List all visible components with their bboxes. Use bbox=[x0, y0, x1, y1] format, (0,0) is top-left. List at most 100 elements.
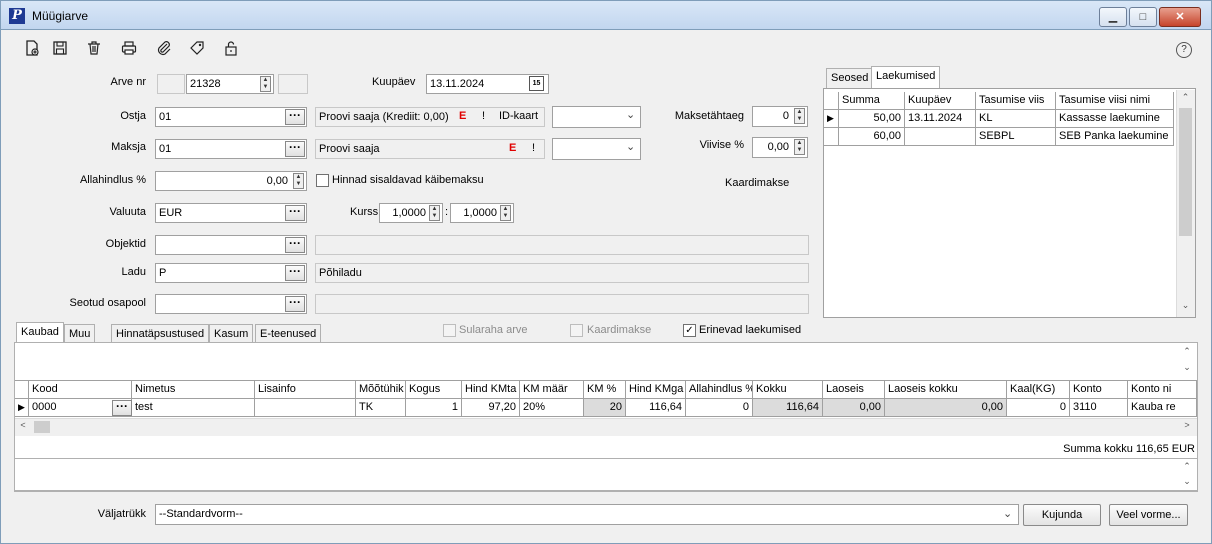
help-icon[interactable]: ? bbox=[1176, 42, 1192, 58]
veel-vorme-button[interactable]: Veel vorme... bbox=[1109, 504, 1188, 526]
items-col-hind-kmga[interactable]: Hind KMga bbox=[626, 381, 686, 399]
objektid-lookup-button[interactable]: ··· bbox=[285, 237, 305, 253]
maksetahtaeg-stepper[interactable]: ▲ ▼ bbox=[794, 108, 805, 124]
table-cell[interactable]: 97,20 bbox=[462, 399, 520, 417]
items-col-konto[interactable]: Konto bbox=[1070, 381, 1128, 399]
chevron-down-icon[interactable]: ⌄ bbox=[626, 140, 635, 153]
table-cell[interactable]: 0 bbox=[1007, 399, 1070, 417]
delete-icon[interactable] bbox=[83, 40, 105, 62]
scroll-right-icon[interactable]: > bbox=[1182, 420, 1192, 430]
tab-laekumised[interactable]: Laekumised bbox=[871, 66, 941, 88]
items-col-km-protsent[interactable]: KM % bbox=[584, 381, 626, 399]
table-cell[interactable]: Kauba re bbox=[1128, 399, 1197, 417]
items-col-lisainfo[interactable]: Lisainfo bbox=[255, 381, 356, 399]
kaardimakse-checkbox[interactable] bbox=[570, 324, 583, 337]
viivise-stepper[interactable]: ▲ ▼ bbox=[794, 139, 805, 155]
scroll-left-icon[interactable]: < bbox=[18, 420, 28, 430]
items-col-km-maar[interactable]: KM määr bbox=[520, 381, 584, 399]
objektid-name-field bbox=[315, 235, 809, 255]
items-col-laoseis[interactable]: Laoseis bbox=[823, 381, 885, 399]
scroll-up-icon[interactable]: ⌃ bbox=[1180, 461, 1194, 472]
print-icon[interactable] bbox=[118, 40, 140, 62]
table-cell[interactable] bbox=[255, 399, 356, 417]
table-cell: 20 bbox=[584, 399, 626, 417]
tab-e-teenused[interactable]: E-teenused bbox=[255, 324, 322, 344]
scroll-up-icon[interactable]: ⌃ bbox=[1180, 346, 1194, 357]
table-cell[interactable]: 3110 bbox=[1070, 399, 1128, 417]
attachment-icon[interactable] bbox=[153, 40, 175, 62]
calendar-icon[interactable]: 15 bbox=[529, 76, 544, 91]
tab-hinnatapsustused[interactable]: Hinnatäpsustused bbox=[111, 324, 210, 344]
chevron-down-icon[interactable]: ⌄ bbox=[626, 108, 635, 121]
tab-muu[interactable]: Muu bbox=[64, 324, 96, 344]
tab-kasum[interactable]: Kasum bbox=[209, 324, 254, 344]
items-col-konto-nimi[interactable]: Konto ni bbox=[1128, 381, 1197, 399]
arve-nr-stepper[interactable]: ▲ ▼ bbox=[260, 76, 271, 92]
items-col-kood[interactable]: Kood bbox=[29, 381, 132, 399]
table-cell[interactable]: SEBPL bbox=[976, 128, 1056, 146]
maksja-lookup-button[interactable]: ··· bbox=[285, 141, 305, 157]
scroll-up-icon[interactable]: ⌃ bbox=[1176, 92, 1195, 103]
kurss-from-stepper[interactable]: ▲ ▼ bbox=[429, 205, 440, 221]
footer-notes-area[interactable] bbox=[14, 458, 1198, 491]
maksja-e-invoice-indicator: E bbox=[509, 142, 517, 154]
items-col-kaal[interactable]: Kaal(KG) bbox=[1007, 381, 1070, 399]
items-col-kokku[interactable]: Kokku bbox=[753, 381, 823, 399]
items-col-allahindlus[interactable]: Allahindlus % bbox=[686, 381, 753, 399]
valjatrykk-select[interactable]: --Standardvorm-- bbox=[155, 504, 1019, 525]
table-cell: 116,64 bbox=[753, 399, 823, 417]
items-col-nimetus[interactable]: Nimetus bbox=[132, 381, 255, 399]
table-cell[interactable]: SEB Panka laekumine bbox=[1056, 128, 1174, 146]
scroll-down-icon[interactable]: ⌄ bbox=[1176, 300, 1195, 311]
scroll-down-icon[interactable]: ⌄ bbox=[1180, 362, 1194, 373]
payments-col-kuupaev[interactable]: Kuupäev bbox=[905, 92, 976, 110]
scroll-down-icon[interactable]: ⌄ bbox=[1180, 476, 1194, 487]
table-cell[interactable]: 13.11.2024 bbox=[905, 110, 976, 128]
tab-kaubad[interactable]: Kaubad bbox=[16, 322, 64, 344]
table-cell[interactable]: 20% bbox=[520, 399, 584, 417]
new-document-icon[interactable] bbox=[21, 40, 43, 62]
table-cell[interactable] bbox=[905, 128, 976, 146]
erinevad-laekumised-checkbox[interactable]: ✓ bbox=[683, 324, 696, 337]
valuuta-lookup-button[interactable]: ··· bbox=[285, 205, 305, 221]
sularaha-checkbox[interactable] bbox=[443, 324, 456, 337]
table-cell[interactable]: Kassasse laekumine bbox=[1056, 110, 1174, 128]
items-col-hind-kmta[interactable]: Hind KMta bbox=[462, 381, 520, 399]
ladu-name-field: Põhiladu bbox=[315, 263, 809, 283]
payments-col-tasumise-viisi-nimi[interactable]: Tasumise viisi nimi bbox=[1056, 92, 1174, 110]
table-cell[interactable]: 60,00 bbox=[839, 128, 905, 146]
kaubad-notes-area[interactable] bbox=[15, 343, 1197, 377]
allahindlus-input[interactable]: 0,00 bbox=[155, 171, 307, 191]
payments-col-summa[interactable]: Summa bbox=[839, 92, 905, 110]
tab-seosed[interactable]: Seosed bbox=[826, 68, 874, 88]
items-col-kogus[interactable]: Kogus bbox=[406, 381, 462, 399]
table-cell[interactable]: 116,64 bbox=[626, 399, 686, 417]
kujunda-button[interactable]: Kujunda bbox=[1023, 504, 1101, 526]
table-cell[interactable]: KL bbox=[976, 110, 1056, 128]
payments-scroll-thumb[interactable] bbox=[1179, 108, 1192, 236]
hinnad-km-checkbox[interactable] bbox=[316, 174, 329, 187]
items-col-laoseis-kokku[interactable]: Laoseis kokku bbox=[885, 381, 1007, 399]
allahindlus-stepper[interactable]: ▲ ▼ bbox=[293, 173, 304, 189]
ostja-lookup-button[interactable]: ··· bbox=[285, 109, 305, 125]
table-cell[interactable]: test bbox=[132, 399, 255, 417]
save-icon[interactable] bbox=[49, 40, 71, 62]
table-cell[interactable]: 0 bbox=[686, 399, 753, 417]
unlock-icon[interactable] bbox=[220, 40, 242, 62]
items-horizontal-scrollbar[interactable] bbox=[15, 418, 1197, 436]
minimize-button[interactable]: ▁ bbox=[1099, 7, 1127, 27]
payments-col-tasumise-viis[interactable]: Tasumise viis bbox=[976, 92, 1056, 110]
tag-icon[interactable] bbox=[186, 40, 208, 62]
seotud-osapool-lookup-button[interactable]: ··· bbox=[285, 296, 305, 312]
kurss-to-stepper[interactable]: ▲ ▼ bbox=[500, 205, 511, 221]
table-cell[interactable]: 50,00 bbox=[839, 110, 905, 128]
items-col-mootuhik[interactable]: Mõõtühik bbox=[356, 381, 406, 399]
close-button[interactable]: ✕ bbox=[1159, 7, 1201, 27]
table-cell[interactable]: 1 bbox=[406, 399, 462, 417]
maximize-button[interactable]: □ bbox=[1129, 7, 1157, 27]
ladu-lookup-button[interactable]: ··· bbox=[285, 265, 305, 281]
chevron-down-icon[interactable]: ⌄ bbox=[1003, 507, 1012, 520]
table-cell[interactable]: TK bbox=[356, 399, 406, 417]
items-scroll-thumb[interactable] bbox=[34, 421, 50, 433]
kood-lookup-button[interactable]: ··· bbox=[112, 400, 132, 416]
